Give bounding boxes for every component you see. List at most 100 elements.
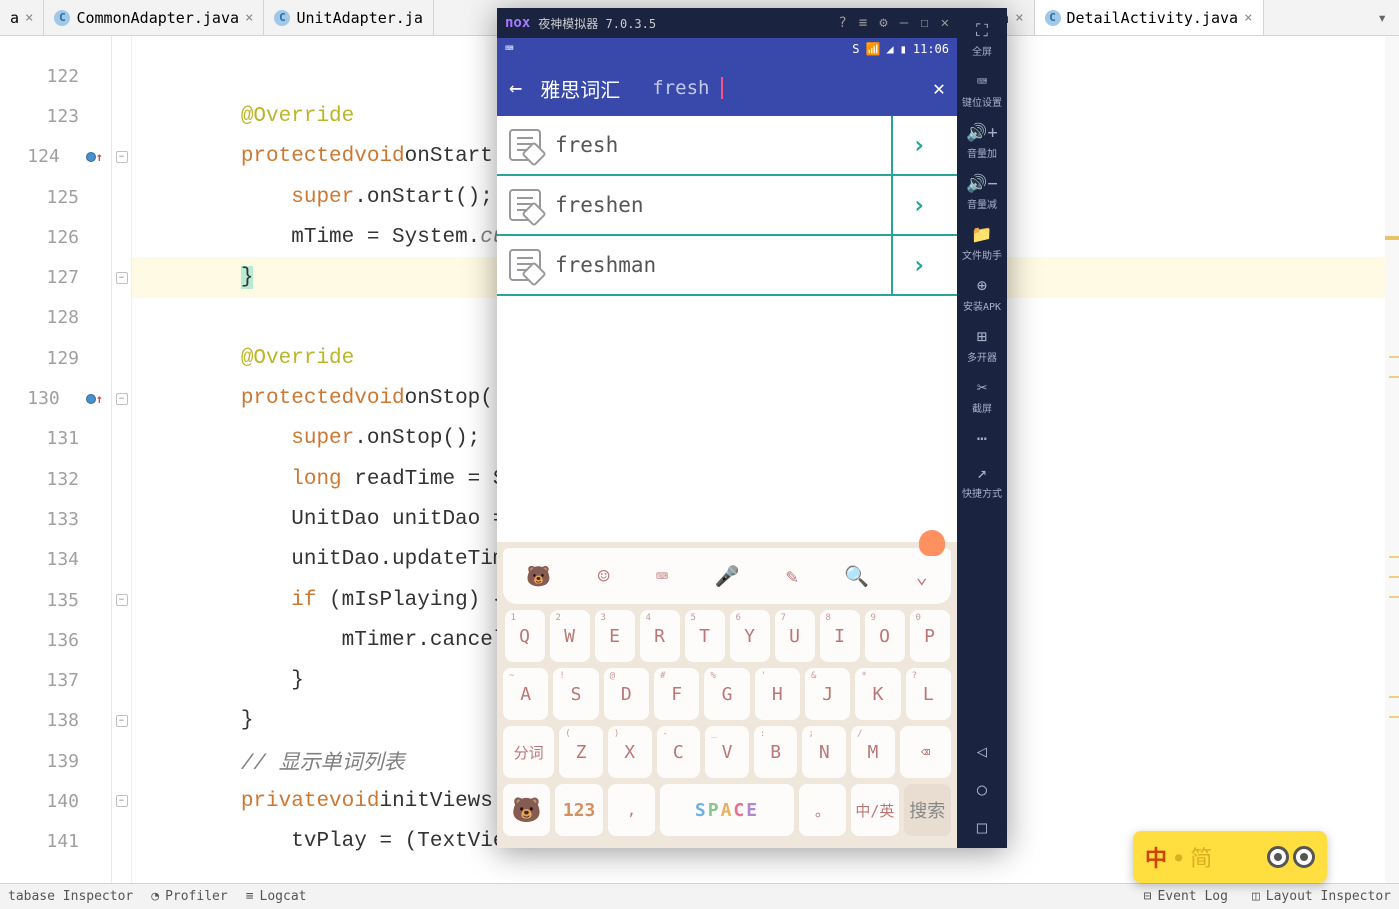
android-home-icon[interactable]: ○ (977, 780, 987, 800)
minimize-icon[interactable]: — (900, 15, 908, 31)
ime-indicator[interactable]: 中 ● 简 (1133, 831, 1327, 883)
key-k[interactable]: *K (855, 668, 900, 720)
key-n[interactable]: ;N (802, 726, 846, 778)
mic-icon[interactable]: 🎤 (715, 564, 740, 588)
key-d[interactable]: @D (604, 668, 649, 720)
fold-icon[interactable]: − (116, 151, 128, 163)
chevron-right-icon[interactable]: › (891, 176, 945, 234)
chevron-right-icon[interactable]: › (891, 116, 945, 174)
nox-side-音量加[interactable]: 🔊+音量加 (962, 116, 1002, 167)
tab-partial-left[interactable]: a× (0, 0, 44, 35)
nox-side-文件助手[interactable]: 📁文件助手 (962, 218, 1002, 269)
lang-key[interactable]: 中/英 (851, 784, 898, 836)
fold-icon[interactable]: − (116, 393, 128, 405)
sticker-key[interactable]: 🐻 (503, 784, 550, 836)
gear-icon[interactable]: ⚙ (879, 15, 887, 31)
nox-side-多开器[interactable]: ⊞多开器 (962, 320, 1002, 371)
fox-icon[interactable] (919, 530, 945, 556)
nox-side-more[interactable]: ⋯ (962, 422, 1002, 456)
nox-titlebar[interactable]: nox 夜神模拟器 7.0.3.5 ? ≡ ⚙ — ☐ ✕ (497, 8, 957, 38)
help-icon[interactable]: ? (838, 15, 846, 31)
key-b[interactable]: :B (754, 726, 798, 778)
layout-inspector-tab[interactable]: ◫Layout Inspector (1252, 889, 1391, 904)
nox-emulator-window: nox 夜神模拟器 7.0.3.5 ? ≡ ⚙ — ☐ ✕ ⌨ S 📶 ◢ ▮ … (497, 8, 1007, 848)
key-p[interactable]: 0P (910, 610, 950, 662)
key-o[interactable]: 9O (865, 610, 905, 662)
fold-icon[interactable]: − (116, 715, 128, 727)
key-s[interactable]: !S (553, 668, 598, 720)
comma-key[interactable]: , (608, 784, 655, 836)
key-f[interactable]: #F (654, 668, 699, 720)
key-h[interactable]: 'H (755, 668, 800, 720)
key-m[interactable]: /M (851, 726, 895, 778)
error-stripe[interactable] (1385, 36, 1399, 883)
clear-search-icon[interactable]: ✕ (933, 76, 945, 100)
list-item[interactable]: freshman› (497, 236, 957, 296)
fold-icon[interactable]: − (116, 795, 128, 807)
logcat-tab[interactable]: ≡Logcat (246, 889, 307, 904)
period-key[interactable]: 。 (799, 784, 846, 836)
signal-icon: ◢ (886, 42, 893, 56)
maximize-icon[interactable]: ☐ (920, 15, 928, 31)
back-icon[interactable]: ← (509, 76, 522, 101)
key-x[interactable]: )X (608, 726, 652, 778)
override-icon[interactable] (86, 394, 96, 404)
nox-side-快捷方式[interactable]: ↗快捷方式 (962, 456, 1002, 507)
fold-icon[interactable]: − (116, 272, 128, 284)
chevron-right-icon[interactable]: › (891, 236, 945, 294)
tab-unit-adapter[interactable]: CUnitAdapter.ja (264, 0, 433, 35)
nox-side-全屏[interactable]: ⛶全屏 (962, 14, 1002, 65)
key-a[interactable]: ~A (503, 668, 548, 720)
list-item[interactable]: fresh› (497, 116, 957, 176)
tabs-overflow-icon[interactable]: ▾ (1365, 8, 1399, 27)
backspace-key[interactable]: ⌫ (900, 726, 951, 778)
key-l[interactable]: ?L (906, 668, 951, 720)
feather-icon[interactable]: ✎ (786, 564, 798, 588)
key-y[interactable]: 6Y (730, 610, 770, 662)
sticker-icon[interactable]: 🐻 (526, 564, 551, 588)
key-z[interactable]: (Z (559, 726, 603, 778)
close-icon[interactable]: ✕ (941, 15, 949, 31)
search-input[interactable]: fresh (652, 77, 723, 99)
db-inspector-tab[interactable]: tabase Inspector (8, 889, 133, 904)
keyboard-icon[interactable]: ⌨ (656, 564, 668, 588)
close-icon[interactable]: × (25, 10, 33, 26)
event-log-tab[interactable]: ⊟Event Log (1144, 889, 1228, 904)
key-c[interactable]: -C (657, 726, 701, 778)
fenci-key[interactable]: 分词 (503, 726, 554, 778)
nox-side-截屏[interactable]: ✂截屏 (962, 371, 1002, 422)
chevron-down-icon[interactable]: ⌄ (916, 564, 928, 588)
nox-side-音量减[interactable]: 🔊−音量减 (962, 167, 1002, 218)
android-recents-icon[interactable]: □ (977, 818, 987, 838)
close-icon[interactable]: × (245, 10, 253, 26)
tab-detail-activity[interactable]: CDetailActivity.java× (1035, 0, 1264, 35)
key-j[interactable]: &J (805, 668, 850, 720)
nox-side-键位设置[interactable]: ⌨键位设置 (962, 65, 1002, 116)
key-i[interactable]: 8I (820, 610, 860, 662)
key-r[interactable]: 4R (640, 610, 680, 662)
menu-icon[interactable]: ≡ (859, 15, 867, 31)
app-title: 雅思词汇 (540, 74, 620, 103)
fold-icon[interactable]: − (116, 594, 128, 606)
emoji-icon[interactable]: ☺ (598, 564, 610, 588)
key-g[interactable]: %G (704, 668, 749, 720)
list-item[interactable]: freshen› (497, 176, 957, 236)
close-icon[interactable]: × (1015, 10, 1023, 26)
android-back-icon[interactable]: ◁ (977, 742, 987, 762)
nox-side-安装APK[interactable]: ⊕安装APK (962, 269, 1002, 320)
key-v[interactable]: _V (705, 726, 749, 778)
key-u[interactable]: 7U (775, 610, 815, 662)
search-icon[interactable]: 🔍 (844, 564, 869, 588)
key-w[interactable]: 2W (550, 610, 590, 662)
space-key[interactable]: SPACE (660, 784, 793, 836)
key-e[interactable]: 3E (595, 610, 635, 662)
profiler-tab[interactable]: ◔Profiler (151, 889, 227, 904)
num-key[interactable]: 123 (555, 784, 602, 836)
override-icon[interactable] (86, 152, 96, 162)
tab-common-adapter[interactable]: CCommonAdapter.java× (44, 0, 264, 35)
key-t[interactable]: 5T (685, 610, 725, 662)
key-q[interactable]: 1Q (505, 610, 545, 662)
android-status-bar: ⌨ S 📶 ◢ ▮ 11:06 (497, 38, 957, 60)
close-icon[interactable]: × (1244, 10, 1252, 26)
search-key[interactable]: 搜索 (904, 784, 951, 836)
